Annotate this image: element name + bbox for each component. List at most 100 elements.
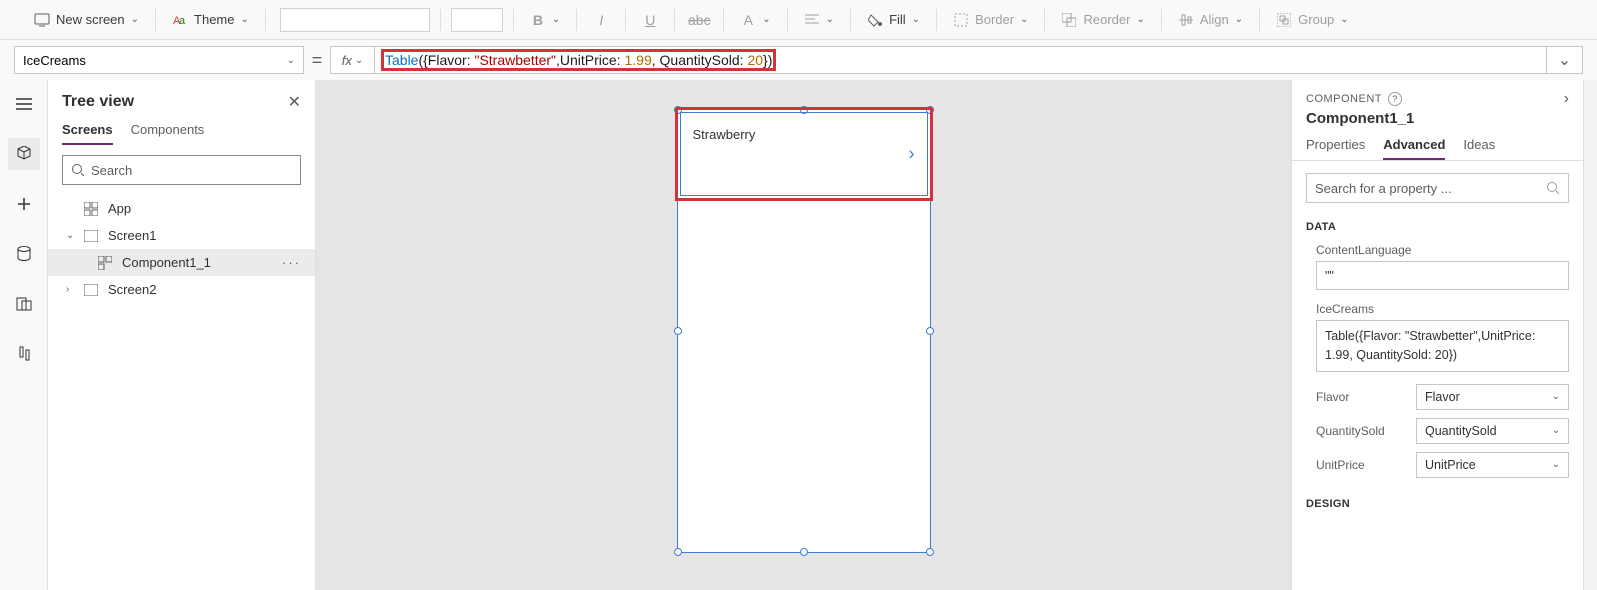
- tree-item-app[interactable]: App: [48, 195, 315, 222]
- component-icon: [98, 256, 114, 270]
- formula-token: 20: [747, 52, 763, 68]
- data-section-label: DATA: [1292, 215, 1583, 239]
- tab-ideas[interactable]: Ideas: [1463, 137, 1495, 160]
- align-button[interactable]: Align⌄: [1172, 9, 1249, 31]
- left-rail: [0, 80, 48, 590]
- property-search-input[interactable]: Search for a property ...: [1306, 173, 1569, 203]
- tree-view-rail-button[interactable]: [8, 138, 40, 170]
- reorder-button[interactable]: Reorder⌄: [1055, 9, 1150, 31]
- strike-button[interactable]: abc: [685, 9, 713, 31]
- group-icon: [1276, 12, 1292, 28]
- theme-button[interactable]: Aa Theme ⌄: [166, 9, 255, 31]
- equals-label: =: [304, 50, 330, 71]
- screen-preview[interactable]: Strawberry ›: [678, 110, 930, 552]
- close-icon[interactable]: ✕: [288, 92, 301, 112]
- new-screen-button[interactable]: New screen ⌄: [28, 9, 145, 31]
- chevron-down-icon: ⌄: [241, 14, 249, 25]
- group-button[interactable]: Group⌄: [1270, 9, 1355, 31]
- tree-item-label: App: [108, 201, 131, 216]
- tree-item-screen1[interactable]: ⌄ Screen1: [48, 222, 315, 249]
- font-family-select[interactable]: [280, 8, 430, 32]
- media-rail-button[interactable]: [8, 288, 40, 320]
- underline-button[interactable]: U: [636, 9, 664, 31]
- content-language-label: ContentLanguage: [1316, 243, 1569, 257]
- insert-rail-button[interactable]: [8, 188, 40, 220]
- unit-price-label: UnitPrice: [1316, 458, 1406, 472]
- tree-item-label: Screen2: [108, 282, 156, 297]
- hamburger-button[interactable]: [8, 88, 40, 120]
- font-color-button[interactable]: A⌄: [734, 9, 776, 31]
- tree-item-label: Component1_1: [122, 255, 211, 270]
- selected-component-name: Component1_1: [1292, 110, 1583, 133]
- flavor-select[interactable]: Flavor⌄: [1416, 384, 1569, 410]
- resize-handle[interactable]: [926, 327, 934, 335]
- app-icon: [84, 202, 100, 216]
- gallery-item[interactable]: Strawberry ›: [680, 112, 928, 196]
- chevron-down-icon: ⌄: [355, 55, 363, 66]
- border-button[interactable]: Border⌄: [947, 9, 1034, 31]
- formula-token: ({Flavor:: [418, 52, 474, 68]
- formula-token: }): [763, 52, 772, 68]
- tab-properties[interactable]: Properties: [1306, 137, 1365, 160]
- screen-icon: [84, 230, 100, 242]
- icecreams-label: IceCreams: [1316, 302, 1569, 316]
- fx-button[interactable]: fx ⌄: [330, 46, 374, 74]
- new-screen-label: New screen: [56, 12, 125, 27]
- tree-item-screen2[interactable]: › Screen2: [48, 276, 315, 303]
- unit-price-select[interactable]: UnitPrice⌄: [1416, 452, 1569, 478]
- gallery-item-text: Strawberry: [693, 127, 756, 142]
- data-rail-button[interactable]: [8, 238, 40, 270]
- resize-handle[interactable]: [926, 548, 934, 556]
- chevron-right-icon[interactable]: ›: [909, 144, 915, 165]
- text-align-button[interactable]: ⌄: [798, 9, 840, 31]
- formula-expand-button[interactable]: ⌄: [1547, 46, 1583, 74]
- more-icon[interactable]: ···: [282, 255, 301, 270]
- tree-tabs: Screens Components: [48, 116, 315, 145]
- svg-text:a: a: [179, 15, 186, 27]
- theme-label: Theme: [194, 12, 234, 27]
- chevron-down-icon[interactable]: ⌄: [66, 230, 76, 241]
- icecreams-input[interactable]: Table({Flavor: "Strawbetter",UnitPrice: …: [1316, 320, 1569, 372]
- formula-token: ,UnitPrice:: [556, 52, 624, 68]
- border-label: Border: [975, 12, 1014, 27]
- chevron-down-icon: ⌄: [1552, 459, 1560, 470]
- panel-section-label: COMPONENT: [1306, 93, 1382, 105]
- tab-advanced[interactable]: Advanced: [1383, 137, 1445, 160]
- formula-input[interactable]: Table({Flavor: "Strawbetter",UnitPrice: …: [374, 46, 1547, 74]
- bold-button[interactable]: B⌄: [524, 9, 566, 31]
- design-canvas[interactable]: Strawberry ›: [316, 80, 1291, 590]
- quantity-sold-select[interactable]: QuantitySold⌄: [1416, 418, 1569, 444]
- italic-button[interactable]: I: [587, 9, 615, 31]
- help-icon[interactable]: ?: [1388, 92, 1402, 106]
- right-panel-tabs: Properties Advanced Ideas: [1292, 133, 1583, 161]
- tree-item-component1[interactable]: Component1_1 ···: [48, 249, 315, 276]
- font-size-input[interactable]: [451, 8, 503, 32]
- tab-screens[interactable]: Screens: [62, 122, 113, 145]
- resize-handle[interactable]: [800, 548, 808, 556]
- content-language-input[interactable]: "": [1316, 261, 1569, 290]
- tree-search-input[interactable]: Search: [62, 155, 301, 185]
- chevron-down-icon: ⌄: [131, 14, 139, 25]
- align-label: Align: [1200, 12, 1229, 27]
- top-toolbar: New screen ⌄ Aa Theme ⌄ B⌄ I U abc A⌄ ⌄: [0, 0, 1597, 40]
- screen-icon: [34, 12, 50, 28]
- property-select[interactable]: IceCreams ⌄: [14, 46, 304, 74]
- tree-view-title: Tree view: [62, 93, 134, 111]
- chevron-down-icon: ⌄: [287, 55, 295, 66]
- tools-rail-button[interactable]: [8, 338, 40, 370]
- chevron-right-icon[interactable]: ›: [1564, 90, 1569, 108]
- formula-token: Table: [385, 52, 418, 68]
- formula-token: "Strawbetter": [474, 52, 556, 68]
- search-icon: [1546, 181, 1560, 195]
- tab-components[interactable]: Components: [131, 122, 205, 145]
- right-scrollbar[interactable]: [1583, 80, 1597, 590]
- chevron-down-icon: ⌄: [1552, 391, 1560, 402]
- resize-handle[interactable]: [674, 327, 682, 335]
- design-section-label: DESIGN: [1292, 492, 1583, 516]
- chevron-down-icon: ⌄: [1558, 50, 1571, 70]
- resize-handle[interactable]: [674, 548, 682, 556]
- chevron-right-icon[interactable]: ›: [66, 284, 76, 295]
- flavor-label: Flavor: [1316, 390, 1406, 404]
- tree-item-label: Screen1: [108, 228, 156, 243]
- fill-button[interactable]: Fill⌄: [861, 9, 926, 31]
